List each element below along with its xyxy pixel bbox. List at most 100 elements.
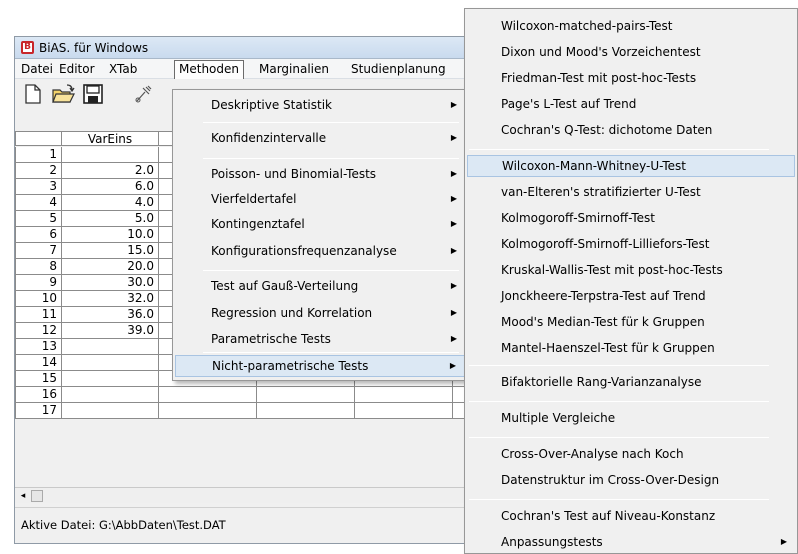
menu-item-label: Kontingenztafel [211,217,305,231]
menu-marginalien[interactable]: Marginalien [255,61,333,77]
nonparametric-menu-item[interactable]: Cochran's Q-Test: dichotome Daten [467,119,795,141]
nonparametric-submenu: Wilcoxon-matched-pairs-Test Dixon und Moo… [464,8,798,554]
scroll-thumb[interactable] [31,490,43,502]
nonparametric-menu-item[interactable]: Friedman-Test mit post-hoc-Tests [467,67,795,89]
menu-separator [469,149,769,150]
methoden-menu-item[interactable]: Parametrische Tests ▶ [175,328,465,350]
column-header-vareins[interactable]: VarEins [62,131,159,146]
nonparametric-menu-item[interactable]: Kruskal-Wallis-Test mit post-hoc-Tests [467,259,795,281]
menu-methoden[interactable]: Methoden [174,60,244,79]
grid-cell[interactable] [159,403,257,419]
menu-item-label: Kolmogoroff-Smirnoff-Test [501,211,655,225]
nonparametric-menu-item[interactable]: Wilcoxon-matched-pairs-Test [467,15,795,37]
menu-item-label: Kruskal-Wallis-Test mit post-hoc-Tests [501,263,723,277]
methoden-menu-item[interactable]: Test auf Gauß-Verteilung ▶ [175,275,465,297]
menu-item-label: Parametrische Tests [211,332,331,346]
grid-cell-vareins[interactable] [62,371,159,387]
nonparametric-menu-item[interactable]: Anpassungstests ▶ [467,531,795,553]
scroll-left-icon[interactable]: ◂ [17,490,29,502]
methoden-menu-item[interactable]: Deskriptive Statistik ▶ [175,94,465,116]
nonparametric-menu-item[interactable]: Cochran's Test auf Niveau-Konstanz [467,505,795,527]
row-number[interactable]: 3 [15,179,62,195]
row-number[interactable]: 12 [15,323,62,339]
row-number[interactable]: 17 [15,403,62,419]
grid-cell-vareins[interactable]: 36.0 [62,307,159,323]
row-number[interactable]: 6 [15,227,62,243]
row-number[interactable]: 9 [15,275,62,291]
grid-cell-vareins[interactable]: 4.0 [62,195,159,211]
grid-cell[interactable] [355,387,453,403]
nonparametric-menu-item[interactable]: Mantel-Haenszel-Test für k Gruppen [467,337,795,359]
nonparametric-menu-item[interactable]: Bifaktorielle Rang-Varianzanalyse [467,371,795,393]
menu-separator [469,365,769,366]
nonparametric-menu-item[interactable]: van-Elteren's stratifizierter U-Test [467,181,795,203]
nonparametric-menu-item[interactable]: Wilcoxon-Mann-Whitney-U-Test [467,155,795,177]
nonparametric-menu-item[interactable]: Multiple Vergleiche [467,407,795,429]
save-disk-icon[interactable] [81,83,105,105]
menu-xtab[interactable]: XTab [105,61,141,77]
grid-cell-vareins[interactable]: 20.0 [62,259,159,275]
row-number[interactable]: 10 [15,291,62,307]
row-number[interactable]: 8 [15,259,62,275]
methoden-menu-item[interactable]: Poisson- und Binomial-Tests ▶ [175,163,465,185]
menu-item-label: Deskriptive Statistik [211,98,333,112]
submenu-arrow-icon: ▶ [450,100,457,109]
nonparametric-menu-item[interactable]: Datenstruktur im Cross-Over-Design [467,469,795,491]
grid-cell-vareins[interactable]: 39.0 [62,323,159,339]
methoden-menu-item[interactable]: Konfidenzintervalle ▶ [175,127,465,149]
new-document-icon[interactable] [21,83,45,105]
menu-item-label: Page's L-Test auf Trend [501,97,637,111]
grid-cell-vareins[interactable]: 10.0 [62,227,159,243]
row-number[interactable]: 7 [15,243,62,259]
grid-cell-vareins[interactable] [62,147,159,163]
window-title: BiAS. für Windows [39,41,149,55]
grid-cell-vareins[interactable]: 32.0 [62,291,159,307]
row-number[interactable]: 13 [15,339,62,355]
nonparametric-menu-item[interactable]: Dixon und Mood's Vorzeichentest [467,41,795,63]
menu-item-label: Datenstruktur im Cross-Over-Design [501,473,720,487]
nonparametric-menu-item[interactable]: Kolmogoroff-Smirnoff-Lilliefors-Test [467,233,795,255]
nonparametric-menu-item[interactable]: Cross-Over-Analyse nach Koch [467,443,795,465]
tool-icon[interactable] [131,83,155,105]
grid-cell-vareins[interactable]: 15.0 [62,243,159,259]
grid-cell-vareins[interactable]: 2.0 [62,163,159,179]
grid-cell[interactable] [355,403,453,419]
methoden-menu-item[interactable]: Kontingenztafel ▶ [175,213,465,235]
row-number[interactable]: 5 [15,211,62,227]
row-number[interactable]: 4 [15,195,62,211]
grid-cell[interactable] [159,387,257,403]
row-number[interactable]: 14 [15,355,62,371]
row-number[interactable]: 16 [15,387,62,403]
grid-cell-vareins[interactable] [62,403,159,419]
horizontal-scrollbar[interactable]: ◂ [15,487,485,503]
grid-cell-vareins[interactable] [62,355,159,371]
grid-cell-vareins[interactable]: 6.0 [62,179,159,195]
row-number[interactable]: 1 [15,147,62,163]
submenu-arrow-icon: ▶ [450,308,457,317]
menu-separator [203,122,459,123]
nonparametric-menu-item[interactable]: Mood's Median-Test für k Gruppen [467,311,795,333]
row-number[interactable]: 15 [15,371,62,387]
grid-cell[interactable] [257,403,355,419]
submenu-arrow-icon: ▶ [450,281,457,290]
title-bar[interactable]: B BiAS. für Windows [15,37,483,59]
methoden-menu-item[interactable]: Regression und Korrelation ▶ [175,302,465,324]
methoden-menu: Deskriptive Statistik ▶ Konfidenzintervall… [172,89,468,381]
nonparametric-menu-item[interactable]: Kolmogoroff-Smirnoff-Test [467,207,795,229]
methoden-menu-item[interactable]: Konfigurationsfrequenzanalyse ▶ [175,240,465,262]
methoden-menu-item[interactable]: Nicht-parametrische Tests ▶ [175,355,465,377]
menu-studienplanung[interactable]: Studienplanung [347,61,450,77]
menu-datei[interactable]: Datei [17,61,57,77]
grid-cell-vareins[interactable] [62,339,159,355]
grid-cell-vareins[interactable] [62,387,159,403]
nonparametric-menu-item[interactable]: Jonckheere-Terpstra-Test auf Trend [467,285,795,307]
nonparametric-menu-item[interactable]: Page's L-Test auf Trend [467,93,795,115]
open-folder-icon[interactable] [51,83,75,105]
grid-cell[interactable] [257,387,355,403]
grid-cell-vareins[interactable]: 5.0 [62,211,159,227]
row-number[interactable]: 2 [15,163,62,179]
menu-editor[interactable]: Editor [55,61,99,77]
row-number[interactable]: 11 [15,307,62,323]
methoden-menu-item[interactable]: Vierfeldertafel ▶ [175,188,465,210]
grid-cell-vareins[interactable]: 30.0 [62,275,159,291]
